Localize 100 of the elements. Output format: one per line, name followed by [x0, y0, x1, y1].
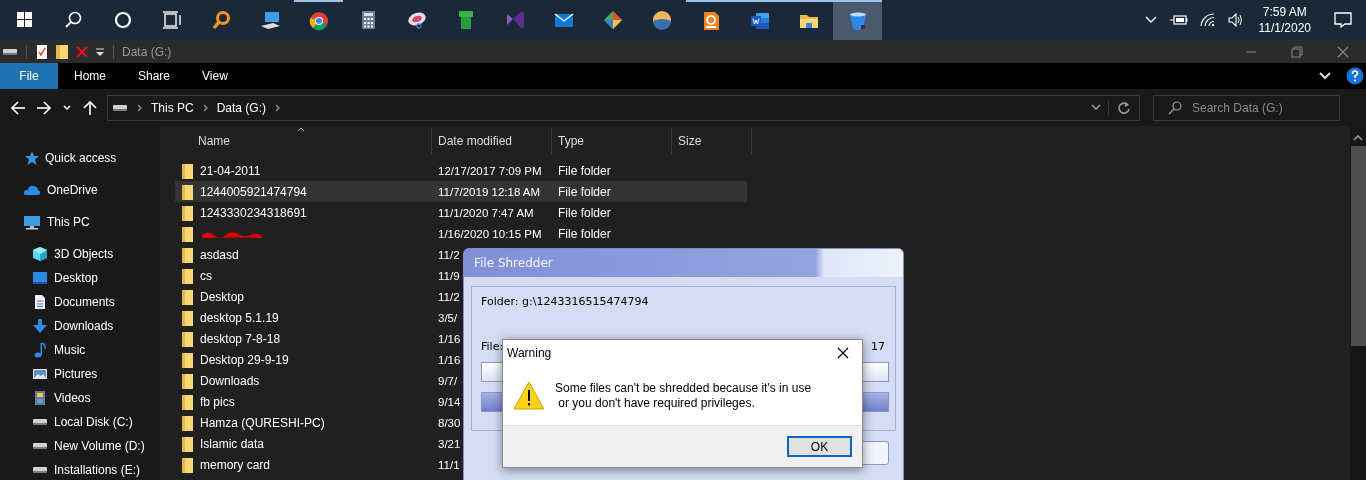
file-name[interactable]: cs	[200, 268, 212, 283]
navigation-item[interactable]: Downloads	[0, 314, 160, 338]
sort-icon	[297, 127, 305, 132]
folder-icon	[181, 372, 193, 389]
file-name[interactable]: memory card	[200, 457, 270, 472]
file-row[interactable]: 1244005921474794 11/7/2019 12:18 AM File folder	[175, 181, 747, 202]
chevron-icon[interactable]	[1143, 15, 1158, 25]
scroll-up-icon[interactable]	[1353, 134, 1363, 142]
wifi-icon[interactable]	[1199, 13, 1216, 27]
restore-icon	[1291, 45, 1303, 58]
file-label: File:	[481, 340, 504, 353]
circle-icon	[112, 10, 133, 30]
column-header[interactable]: Date modified	[432, 128, 552, 154]
date-text: 11/2	[438, 290, 460, 303]
bucket-icon	[847, 11, 868, 31]
file-name[interactable]: 1243330234318691	[200, 205, 307, 220]
clock[interactable]: 7:59 AM 11/1/2020	[1258, 4, 1311, 36]
monitor-icon	[32, 270, 48, 286]
search-icon	[63, 10, 84, 30]
close-icon	[837, 347, 849, 359]
column-header[interactable]: Name	[175, 128, 432, 154]
date-text: 1/16	[438, 332, 461, 345]
cube-icon	[32, 246, 48, 262]
chevron-icon[interactable]	[136, 102, 143, 113]
navigation-item[interactable]: New Volume (D:)	[0, 434, 160, 458]
navigation-item[interactable]: Documents	[0, 290, 160, 314]
navigation-item[interactable]: Pictures	[0, 362, 160, 386]
type-text: File folder	[558, 205, 611, 220]
computer-icon	[23, 214, 41, 230]
navigation-item[interactable]: This PC	[0, 210, 160, 234]
folder-icon[interactable]	[55, 43, 69, 60]
file-name[interactable]: Islamic data	[200, 436, 265, 451]
help-icon[interactable]	[1346, 67, 1364, 85]
search-field[interactable]: Search Data (G:)	[1192, 100, 1332, 115]
folder-icon	[181, 414, 193, 431]
ribbon-tab[interactable]: Home	[58, 63, 122, 89]
sunset-icon	[651, 10, 672, 30]
navigation-item[interactable]: Installations (E:)	[0, 458, 160, 480]
file-row[interactable]: Islamic data 3/21	[175, 433, 747, 454]
up-icon[interactable]	[82, 99, 98, 116]
file-name[interactable]: desktop 5.1.19	[200, 310, 279, 325]
close-icon	[1337, 45, 1349, 58]
volume-icon[interactable]	[1227, 13, 1244, 27]
file-name[interactable]: asdasd	[200, 247, 239, 262]
file-name[interactable]: 1244005921474794	[200, 184, 307, 199]
file-row[interactable]: 1243330234318691 11/1/2020 7:47 AM File folder	[175, 202, 747, 223]
file-name[interactable]: 21-04-2011	[200, 163, 261, 178]
task-view-icon	[161, 10, 182, 30]
ribbon-tab[interactable]: Share	[122, 63, 187, 89]
delete-icon[interactable]	[75, 43, 89, 60]
file-name[interactable]: Hamza (QURESHI-PC)	[200, 415, 325, 430]
forward-icon[interactable]	[36, 99, 52, 116]
file-row[interactable]: desktop 5.1.19 3/5/	[175, 307, 747, 328]
file-name[interactable]: fb pics	[200, 394, 235, 409]
battery-icon[interactable]	[1169, 14, 1188, 26]
folder-icon	[181, 162, 193, 179]
scrollbar[interactable]	[1350, 126, 1366, 480]
file-name[interactable]: Desktop 29-9-19	[200, 352, 289, 367]
ok-button[interactable]: OK	[787, 436, 852, 457]
breadcrumb[interactable]: Data (G:)	[216, 100, 267, 115]
date-text: 8/30	[438, 416, 461, 429]
back-icon[interactable]	[10, 99, 26, 116]
navigation-item[interactable]: Desktop	[0, 266, 160, 290]
notification-icon[interactable]	[1333, 11, 1353, 29]
chevron-icon[interactable]	[274, 102, 282, 113]
file-row[interactable]: 21-04-2011 12/17/2017 7:09 PM File folder	[175, 160, 747, 181]
navigation-item[interactable]: 3D Objects	[0, 242, 160, 266]
column-header[interactable]: Size	[672, 128, 752, 154]
music-note-icon	[32, 342, 48, 358]
search-box[interactable]: Search Data (G:)	[1153, 94, 1340, 121]
navigation-item[interactable]: Quick access	[0, 146, 160, 170]
ribbon-tab[interactable]: File	[0, 63, 58, 89]
file-row[interactable]: Hamza (QURESHI-PC) 8/30	[175, 412, 747, 433]
navigation-item[interactable]: OneDrive	[0, 178, 160, 202]
ribbon-tab[interactable]: View	[186, 63, 244, 89]
properties-icon[interactable]	[35, 43, 49, 60]
expand-icon[interactable]	[1318, 71, 1332, 81]
date-text: 11/1/2020 7:47 AM	[438, 206, 534, 219]
folder-icon	[181, 435, 193, 452]
navigation-item[interactable]: Music	[0, 338, 160, 362]
computer-icon	[259, 10, 280, 30]
folder-icon	[181, 309, 193, 326]
file-name[interactable]: desktop 7-8-18	[200, 331, 281, 346]
navigation-item[interactable]: Local Disk (C:)	[0, 410, 160, 434]
chevron-icon[interactable]	[201, 102, 209, 113]
breadcrumb[interactable]: This PC	[151, 100, 194, 115]
window-title: Data (G:)	[122, 44, 172, 59]
folder-icon	[181, 267, 193, 284]
column-header[interactable]: Type	[552, 128, 672, 154]
address-bar[interactable]: This PC Data (G:)	[107, 94, 1140, 121]
file-row[interactable]: memory card 11/1	[175, 454, 747, 475]
search-icon	[1168, 100, 1182, 115]
file-name[interactable]: Downloads	[200, 373, 260, 388]
file-row[interactable]: 1/16/2020 10:15 PM File folder	[175, 223, 747, 244]
windows-icon	[14, 10, 35, 30]
folder-icon	[181, 393, 193, 410]
navigation-item[interactable]: Videos	[0, 386, 160, 410]
scroll-thumb[interactable]	[1350, 146, 1366, 346]
file-name[interactable]: Desktop	[200, 289, 245, 304]
folder-icon	[181, 246, 193, 263]
